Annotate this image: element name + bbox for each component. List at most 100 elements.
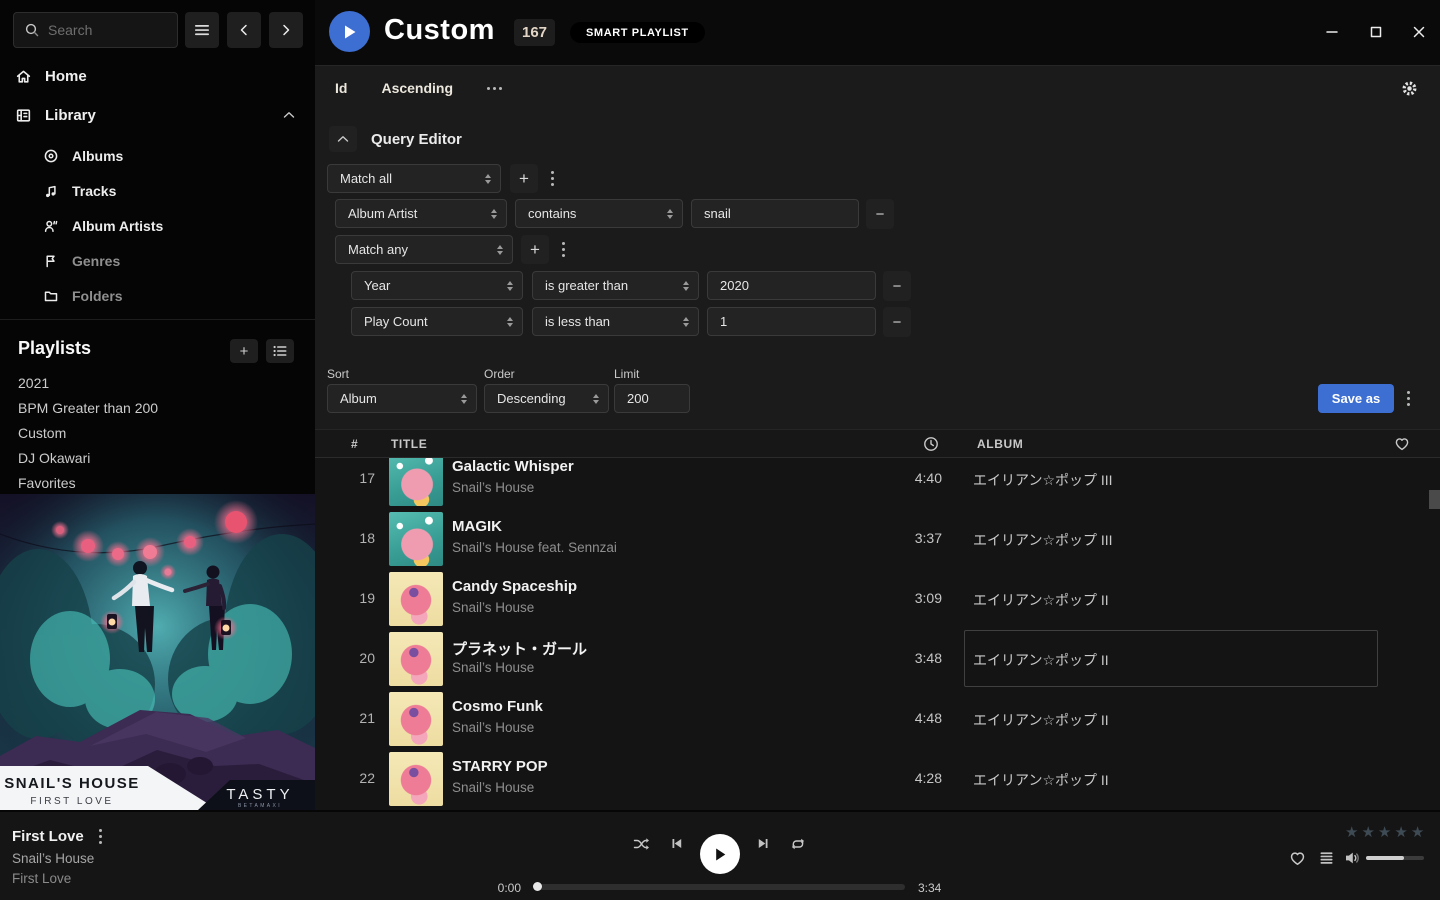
playlist-item[interactable]: Custom: [0, 420, 315, 445]
limit-input[interactable]: 200: [614, 384, 690, 413]
star-icon[interactable]: ★: [1345, 823, 1358, 841]
rule2-operator-select[interactable]: is greater than: [532, 271, 699, 300]
menu-button[interactable]: [185, 12, 219, 48]
track-row[interactable]: 19Candy SpaceshipSnail’s House3:09エイリアン☆…: [315, 569, 1440, 629]
sort-field-button[interactable]: Id: [335, 80, 347, 96]
column-favorite-heart-icon[interactable]: [1394, 430, 1410, 458]
group1-add-rule-button[interactable]: +: [510, 164, 538, 193]
track-artist: Snail’s House: [452, 660, 534, 675]
playlist-item[interactable]: Favorites: [0, 470, 315, 495]
album-art-thumbnail[interactable]: [389, 458, 443, 506]
rating-stars[interactable]: ★★★★★: [1345, 823, 1424, 841]
duration-clock-icon[interactable]: [923, 430, 939, 458]
rule3-operator-select[interactable]: is less than: [532, 307, 699, 336]
star-icon[interactable]: ★: [1411, 823, 1424, 841]
sidebar-item-folders[interactable]: Folders: [0, 281, 315, 311]
previous-track-button[interactable]: [669, 836, 685, 851]
now-playing-artwork[interactable]: SNAIL'S HOUSE FIRST LOVE TASTY BETAMAXI: [0, 494, 315, 810]
sidebar-item-tracks[interactable]: Tracks: [0, 176, 315, 206]
limit-label: Limit: [614, 367, 639, 381]
track-duration: 3:37: [855, 530, 942, 546]
next-track-button[interactable]: [755, 836, 771, 851]
rule2-remove-button[interactable]: −: [883, 271, 911, 301]
nav-forward-button[interactable]: [269, 12, 303, 48]
group1-menu-icon[interactable]: [551, 171, 554, 186]
play-playlist-button[interactable]: [329, 11, 370, 52]
star-icon[interactable]: ★: [1394, 823, 1407, 841]
progress-bar[interactable]: [534, 884, 905, 890]
progress-knob[interactable]: [533, 882, 542, 891]
queue-icon[interactable]: [1318, 850, 1335, 866]
column-index[interactable]: #: [351, 430, 358, 458]
rule1-field-select[interactable]: Album Artist: [335, 199, 507, 228]
favorite-heart-icon[interactable]: [1289, 850, 1306, 867]
volume-icon[interactable]: [1344, 850, 1361, 866]
album-art-thumbnail[interactable]: [389, 572, 443, 626]
sort-select[interactable]: Album: [327, 384, 477, 413]
sidebar-item-home[interactable]: Home: [0, 61, 315, 91]
column-album[interactable]: ALBUM: [977, 430, 1023, 458]
playlist-view-button[interactable]: [266, 339, 294, 363]
sidebar-item-album-artists[interactable]: Album Artists: [0, 211, 315, 241]
now-playing-menu-icon[interactable]: [99, 829, 102, 844]
star-icon[interactable]: ★: [1361, 823, 1374, 841]
sidebar-item-label: Library: [45, 107, 96, 124]
rule2-field-select[interactable]: Year: [351, 271, 523, 300]
playlist-item[interactable]: 2021: [0, 370, 315, 395]
track-list-viewport: 17Galactic WhisperSnail’s House4:40エイリアン…: [315, 458, 1440, 811]
now-playing-artist: Snail’s House: [12, 851, 94, 866]
rule2-value-input[interactable]: 2020: [707, 271, 876, 300]
playlist-item[interactable]: BPM Greater than 200: [0, 395, 315, 420]
track-title: Galactic Whisper: [452, 458, 574, 475]
repeat-button[interactable]: [789, 836, 807, 852]
window-minimize-button[interactable]: [1316, 17, 1348, 47]
group2-menu-icon[interactable]: [562, 242, 565, 257]
scrollbar-thumb[interactable]: [1429, 490, 1440, 509]
track-row[interactable]: 21Cosmo FunkSnail’s House4:48エイリアン☆ポップ I…: [315, 689, 1440, 749]
group2-add-rule-button[interactable]: +: [521, 235, 549, 264]
column-title[interactable]: TITLE: [391, 430, 427, 458]
rule3-remove-button[interactable]: −: [883, 307, 911, 337]
album-art-thumbnail[interactable]: [389, 512, 443, 566]
chevron-up-icon[interactable]: [283, 111, 295, 119]
track-album: エイリアン☆ポップ III: [973, 470, 1113, 490]
track-number: 19: [335, 590, 375, 606]
volume-slider[interactable]: [1366, 856, 1424, 860]
sidebar-item-albums[interactable]: Albums: [0, 141, 315, 171]
search-input[interactable]: [48, 22, 163, 38]
window-maximize-button[interactable]: [1360, 17, 1392, 47]
add-playlist-button[interactable]: +: [230, 339, 258, 363]
play-pause-button[interactable]: [700, 834, 740, 874]
album-art-thumbnail[interactable]: [389, 632, 443, 686]
query-editor-collapse-button[interactable]: [329, 126, 357, 152]
group1-match-select[interactable]: Match all: [327, 164, 501, 193]
search-box[interactable]: [13, 12, 178, 48]
track-row[interactable]: 17Galactic WhisperSnail’s House4:40エイリアン…: [315, 458, 1440, 509]
star-icon[interactable]: ★: [1378, 823, 1391, 841]
track-artist: Snail’s House feat. Sennzai: [452, 540, 617, 555]
sidebar-item-genres[interactable]: Genres: [0, 246, 315, 276]
rule1-value-input[interactable]: snail: [691, 199, 859, 228]
track-row[interactable]: 20プラネット・ガールSnail’s House3:48エイリアン☆ポップ II: [315, 629, 1440, 689]
album-art-thumbnail[interactable]: [389, 752, 443, 806]
nav-back-button[interactable]: [227, 12, 261, 48]
rule1-remove-button[interactable]: −: [866, 199, 894, 229]
search-icon: [24, 22, 40, 38]
sort-direction-button[interactable]: Ascending: [381, 80, 453, 96]
rule3-value-input[interactable]: 1: [707, 307, 876, 336]
shuffle-button[interactable]: [632, 836, 651, 852]
save-as-button[interactable]: Save as: [1318, 384, 1394, 413]
more-options-icon[interactable]: [487, 87, 502, 90]
order-select[interactable]: Descending: [484, 384, 609, 413]
rule1-operator-select[interactable]: contains: [515, 199, 683, 228]
settings-gear-icon[interactable]: [1401, 80, 1418, 97]
track-row[interactable]: 18MAGIKSnail’s House feat. Sennzai3:37エイ…: [315, 509, 1440, 569]
sidebar-item-library[interactable]: Library: [0, 100, 315, 130]
window-close-button[interactable]: [1403, 17, 1435, 47]
save-menu-icon[interactable]: [1407, 391, 1410, 406]
group2-match-select[interactable]: Match any: [335, 235, 513, 264]
track-row[interactable]: 22STARRY POPSnail’s House4:28エイリアン☆ポップ I…: [315, 749, 1440, 809]
album-art-thumbnail[interactable]: [389, 692, 443, 746]
playlist-item[interactable]: DJ Okawari: [0, 445, 315, 470]
rule3-field-select[interactable]: Play Count: [351, 307, 523, 336]
